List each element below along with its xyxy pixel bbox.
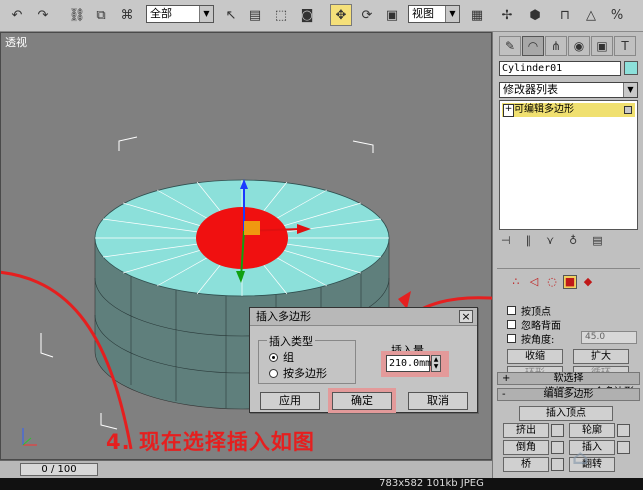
by-angle-checkbox[interactable]: 按角度: xyxy=(507,331,554,346)
bridge-settings-icon[interactable] xyxy=(551,458,564,471)
element-icon[interactable]: ◆ xyxy=(581,275,595,289)
checkbox-icon xyxy=(507,306,516,315)
tab-modify-icon[interactable]: ◠ xyxy=(522,36,544,56)
tab-create-icon[interactable]: ✎ xyxy=(499,36,521,56)
selection-rollout: ∴ ◁ ◌ ■ ◆ 按顶点 忽略背面 按角度: 45.0 收缩 扩大 环形 循环… xyxy=(497,268,640,398)
bevel-settings-icon[interactable] xyxy=(551,441,564,454)
reference-coord-dropdown[interactable]: 视图 ▼ xyxy=(408,5,460,23)
extrude-button[interactable]: 挤出 xyxy=(503,423,549,438)
tab-hierarchy-icon[interactable]: ⋔ xyxy=(545,36,567,56)
insert-vertex-button[interactable]: 插入顶点 xyxy=(519,406,613,421)
watermark-logo: ⌂ xyxy=(572,445,589,469)
stack-item-editable-poly[interactable]: 可编辑多边形 xyxy=(502,103,635,117)
show-end-result-icon[interactable]: ∥ xyxy=(526,234,532,252)
apply-button[interactable]: 应用 xyxy=(260,392,320,410)
tutorial-caption: 4. 现在选择插入如图 xyxy=(106,430,315,454)
angle-snap-icon[interactable]: △ xyxy=(580,4,602,26)
border-icon[interactable]: ◌ xyxy=(545,275,559,289)
outline-button[interactable]: 轮廓 xyxy=(569,423,615,438)
chevron-down-icon: ▼ xyxy=(623,83,637,97)
modifier-stack: 可编辑多边形 xyxy=(499,100,638,230)
checkbox-icon xyxy=(507,320,516,329)
soft-selection-rollout[interactable]: + 软选择 xyxy=(497,372,640,385)
chevron-down-icon: ▼ xyxy=(199,6,213,22)
rect-selection-icon[interactable]: ⬚ xyxy=(270,4,292,26)
polygon-icon[interactable]: ■ xyxy=(563,275,577,289)
bevel-button[interactable]: 倒角 xyxy=(503,440,549,455)
inset-type-group: 插入类型 组 按多边形 xyxy=(258,333,356,384)
bind-space-warp-icon[interactable]: ⌘ xyxy=(116,4,138,26)
tab-utilities-icon[interactable]: T xyxy=(614,36,636,56)
redo-icon[interactable]: ↷ xyxy=(32,4,54,26)
time-slider[interactable]: 0 / 100 xyxy=(20,463,98,476)
axis-tripod-icon xyxy=(22,428,37,446)
timeline-bar: 0 / 100 xyxy=(0,460,492,478)
radio-by-polygon[interactable]: 按多边形 xyxy=(269,365,327,381)
scale-icon[interactable]: ▣ xyxy=(381,4,403,26)
tab-motion-icon[interactable]: ◉ xyxy=(568,36,590,56)
radio-selected-icon xyxy=(269,352,278,362)
window-crossing-icon[interactable]: ◙ xyxy=(296,4,318,26)
unlink-icon[interactable]: ⧉ xyxy=(90,4,112,26)
shrink-button[interactable]: 收缩 xyxy=(507,349,563,364)
keyboard-shortcut-icon[interactable]: ⬢ xyxy=(524,4,546,26)
main-toolbar: ↶ ↷ ⛓ ⧉ ⌘ 全部 ▼ ↖ ▤ ⬚ ◙ ✥ ⟳ ▣ 视图 ▼ ▦ ✢ ⬢ … xyxy=(0,0,643,32)
tab-display-icon[interactable]: ▣ xyxy=(591,36,613,56)
by-vertex-checkbox[interactable]: 按顶点 xyxy=(507,303,551,318)
make-unique-icon[interactable]: ⋎ xyxy=(546,234,554,252)
toggle-icon[interactable] xyxy=(624,106,632,114)
edge-icon[interactable]: ◁ xyxy=(527,275,541,289)
command-tabs: ✎ ◠ ⋔ ◉ ▣ T xyxy=(499,36,639,56)
inset-polygon-dialog: 插入多边形 × 插入类型 组 按多边形 插入量 210.0mm ▲▼ 应用 确定… xyxy=(249,307,478,413)
remove-modifier-icon[interactable]: ♁ xyxy=(569,234,577,252)
select-by-name-icon[interactable]: ▤ xyxy=(244,4,266,26)
object-name-field[interactable]: Cylinder01 xyxy=(499,61,621,76)
edit-polygons-rollout[interactable]: - 编辑多边形 xyxy=(497,388,640,401)
cancel-button[interactable]: 取消 xyxy=(408,392,468,410)
select-object-icon[interactable]: ↖ xyxy=(220,4,242,26)
dialog-title[interactable]: 插入多边形 xyxy=(250,308,477,326)
chevron-down-icon: ▼ xyxy=(445,6,459,22)
spinner-icon[interactable]: ▲ ▼ xyxy=(431,355,441,372)
ok-button[interactable]: 确定 xyxy=(332,392,392,410)
object-color-swatch[interactable] xyxy=(624,61,638,75)
pin-stack-icon[interactable]: ⊣ xyxy=(501,234,511,252)
image-info-bar: 783x582 101kb JPEG xyxy=(0,478,643,490)
angle-value-field[interactable]: 45.0 xyxy=(581,331,637,344)
select-link-icon[interactable]: ⛓ xyxy=(66,4,88,26)
snap-toggle-icon[interactable]: ⊓ xyxy=(554,4,576,26)
configure-sets-icon[interactable]: ▤ xyxy=(592,234,602,252)
ignore-backfacing-checkbox[interactable]: 忽略背面 xyxy=(507,317,561,332)
select-manipulate-icon[interactable]: ✢ xyxy=(496,4,518,26)
selection-filter-dropdown[interactable]: 全部 ▼ xyxy=(146,5,214,23)
percent-snap-icon[interactable]: % xyxy=(606,4,628,26)
rotate-icon[interactable]: ⟳ xyxy=(356,4,378,26)
radio-group[interactable]: 组 xyxy=(269,349,294,365)
move-icon[interactable]: ✥ xyxy=(330,4,352,26)
bridge-button[interactable]: 桥 xyxy=(503,457,549,472)
subobject-icons: ∴ ◁ ◌ ■ ◆ xyxy=(509,275,595,289)
modifier-list-dropdown[interactable]: 修改器列表 ▼ xyxy=(499,82,638,98)
stack-tools: ⊣ ∥ ⋎ ♁ ▤ xyxy=(501,234,640,252)
inset-amount-input[interactable]: 210.0mm xyxy=(386,355,431,372)
command-panel: ✎ ◠ ⋔ ◉ ▣ T Cylinder01 修改器列表 ▼ 可编辑多边形 ⊣ … xyxy=(492,32,643,478)
close-icon[interactable]: × xyxy=(459,310,473,323)
group-title: 插入类型 xyxy=(267,333,315,349)
grow-button[interactable]: 扩大 xyxy=(573,349,629,364)
pivot-center-icon[interactable]: ▦ xyxy=(466,4,488,26)
radio-icon xyxy=(269,368,278,378)
vertex-icon[interactable]: ∴ xyxy=(509,275,523,289)
outline-settings-icon[interactable] xyxy=(617,424,630,437)
undo-icon[interactable]: ↶ xyxy=(6,4,28,26)
extrude-settings-icon[interactable] xyxy=(551,424,564,437)
checkbox-icon xyxy=(507,334,516,343)
inset-amount-highlight: 210.0mm ▲ ▼ xyxy=(381,351,449,377)
